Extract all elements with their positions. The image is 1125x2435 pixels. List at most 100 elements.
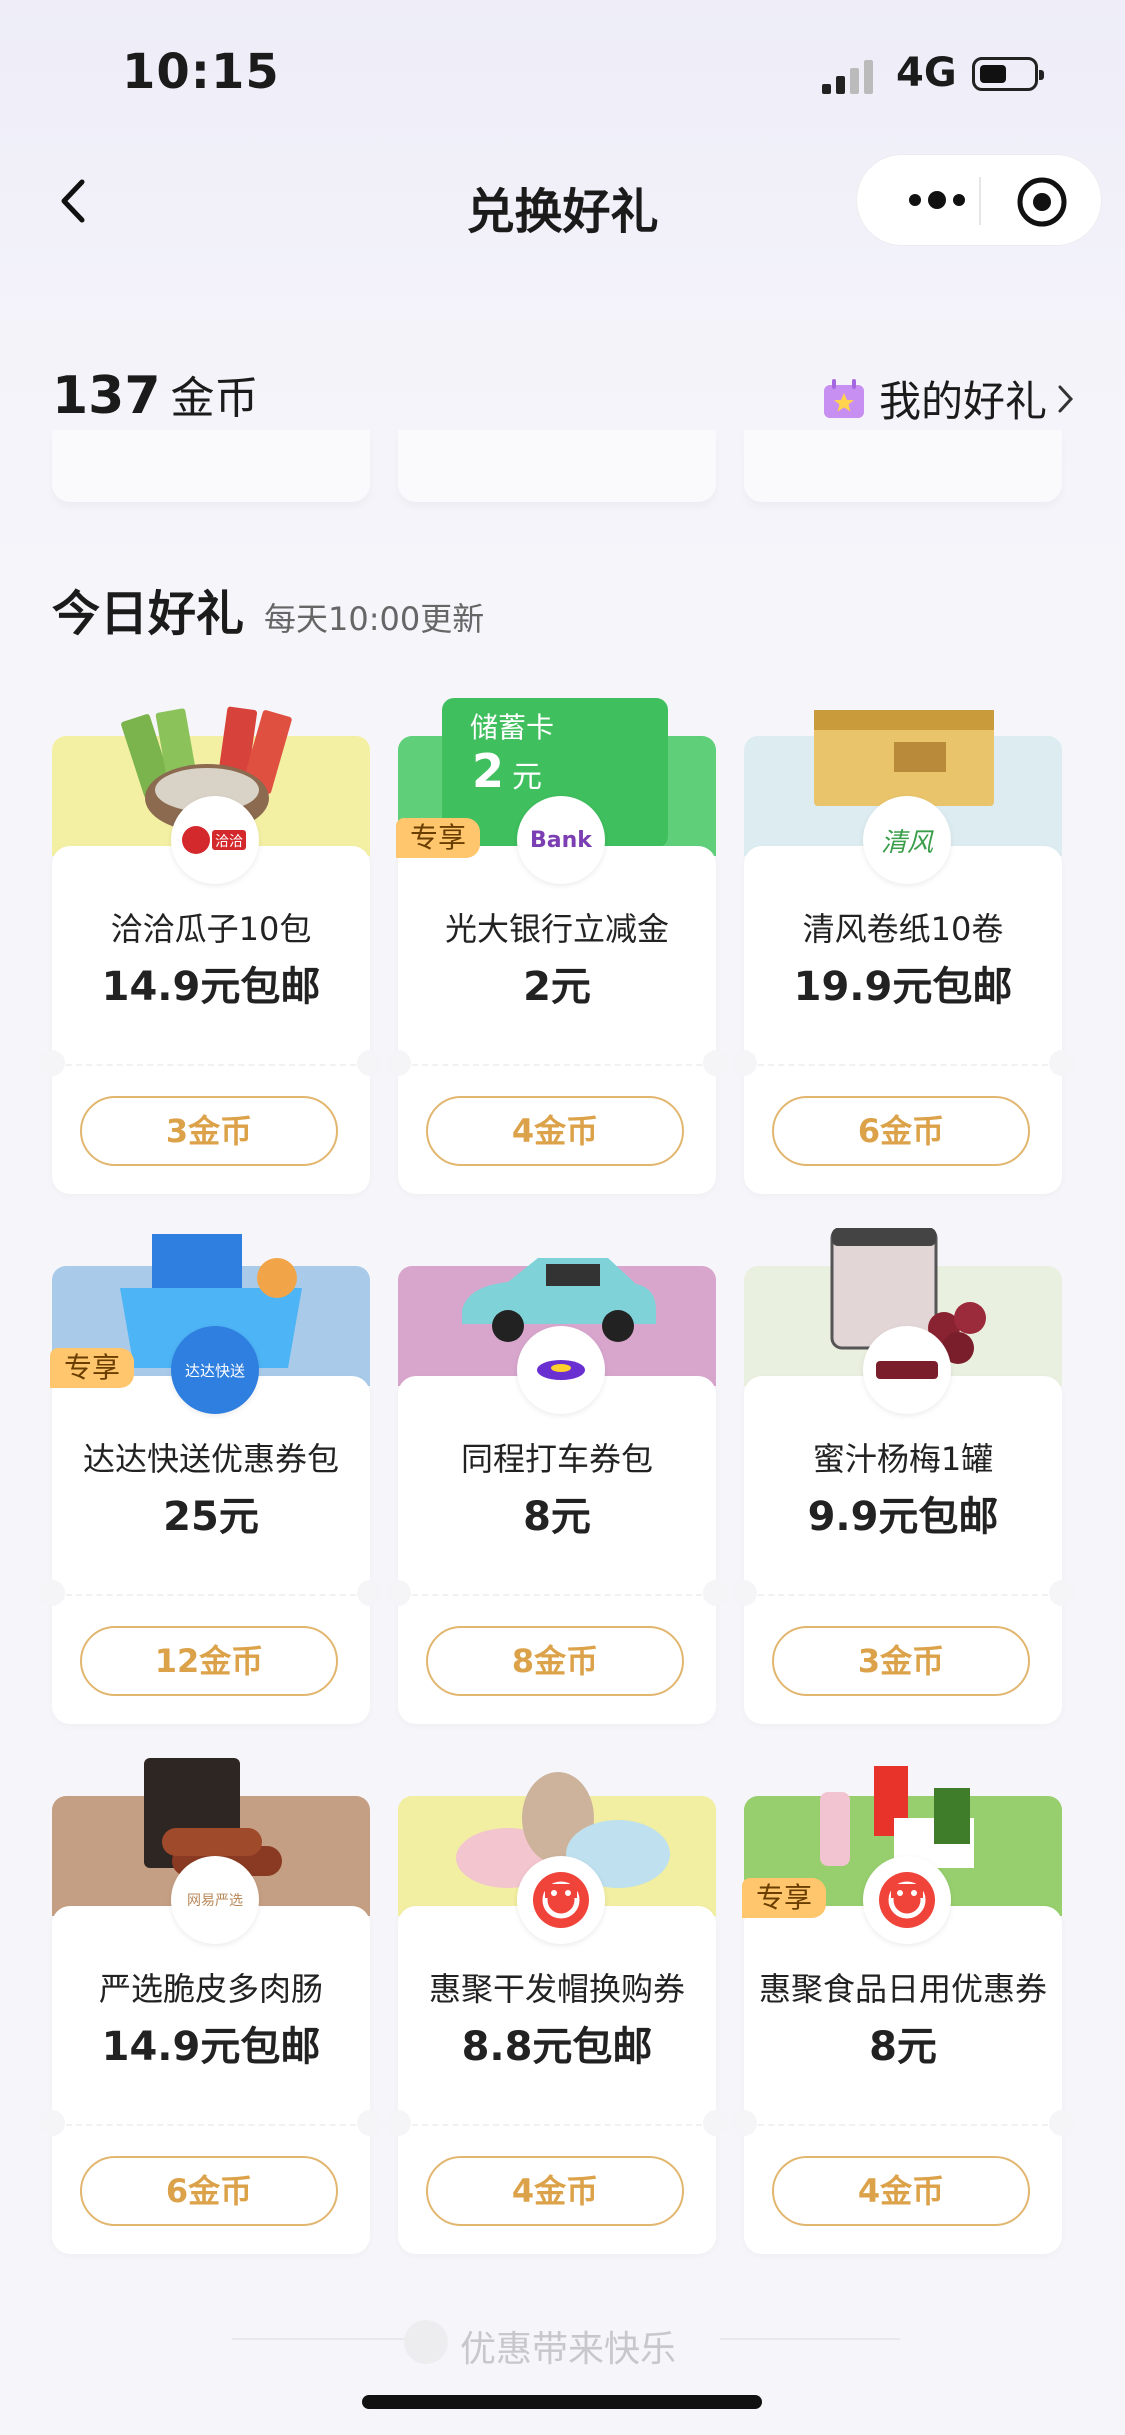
- brand-logo: 网易严选: [171, 1856, 259, 1944]
- my-gifts-link[interactable]: 我的好礼: [823, 368, 1077, 429]
- gift-price: 25元: [163, 1494, 259, 1540]
- smile-icon: [404, 2320, 448, 2364]
- bank-logo-text: Bank: [530, 827, 592, 853]
- exclusive-badge: 专享: [742, 1878, 826, 1918]
- close-miniprogram-icon[interactable]: [1015, 175, 1069, 229]
- card-divider: [66, 1064, 356, 1066]
- gift-card-body: 蜜汁杨梅1罐 9.9元包邮 3金币: [731, 1376, 1075, 1724]
- gift-price: 9.9元包邮: [807, 1494, 999, 1540]
- brand-logo: [863, 1326, 951, 1414]
- gift-card[interactable]: 严选脆皮多肉肠 14.9元包邮 6金币 网易严选: [39, 1758, 383, 2254]
- footer-slogan: 优惠带来快乐: [0, 2310, 1125, 2370]
- gift-name: 惠聚食品日用优惠券: [758, 1970, 1047, 2008]
- scroll-card-strip-3: [744, 430, 1062, 502]
- dada-logo-text: 达达快送: [184, 1361, 245, 1380]
- coin-balance-unit: 金币: [170, 373, 259, 424]
- exclusive-badge: 专享: [50, 1348, 134, 1388]
- card-divider: [412, 1594, 702, 1596]
- huiju-logo-icon: [533, 1872, 589, 1928]
- nav-bar: 兑换好礼: [0, 150, 1125, 254]
- brand-logo: [517, 1326, 605, 1414]
- yanxuan-logo-text: 网易严选: [187, 1893, 243, 1909]
- card-divider: [758, 1064, 1048, 1066]
- section-header: 今日好礼 每天10:00更新: [52, 574, 484, 644]
- brand-logo: 达达快送: [171, 1326, 259, 1414]
- gift-price: 8元: [869, 2024, 937, 2070]
- my-gifts-label: 我的好礼: [878, 377, 1047, 426]
- qingfeng-logo-text: 清风: [880, 827, 933, 858]
- card-divider: [412, 1064, 702, 1066]
- section-title: 今日好礼: [52, 586, 245, 642]
- gift-card-body: 惠聚食品日用优惠券 8元 4金币: [731, 1906, 1075, 2254]
- gift-name: 同程打车券包: [460, 1440, 653, 1478]
- gift-name: 光大银行立减金: [444, 910, 669, 948]
- gift-name: 严选脆皮多肉肠: [98, 1970, 323, 2008]
- battery-icon: [972, 57, 1044, 91]
- qiaqia-logo-icon: 洽洽: [182, 826, 246, 854]
- gift-name: 洽洽瓜子10包: [110, 910, 312, 948]
- gift-price: 8.8元包邮: [461, 2024, 653, 2070]
- scroll-card-strip-2: [398, 430, 716, 502]
- gift-card[interactable]: 洽洽瓜子10包 14.9元包邮 3金币 洽洽: [39, 698, 383, 1194]
- gift-name: 惠聚干发帽换购券: [428, 1970, 685, 2008]
- brand-logo: 清风: [863, 796, 951, 884]
- brand-logo: 洽洽: [171, 796, 259, 884]
- gift-card-body: 同程打车券包 8元 8金币: [385, 1376, 729, 1724]
- gift-card[interactable]: 同程打车券包 8元 8金币: [385, 1228, 729, 1724]
- redeem-button[interactable]: 8金币: [426, 1626, 684, 1696]
- gift-card-body: 惠聚干发帽换购券 8.8元包邮 4金币: [385, 1906, 729, 2254]
- redeem-button[interactable]: 6金币: [80, 2156, 338, 2226]
- miniprogram-capsule: [856, 154, 1102, 246]
- gift-card-body: 达达快送优惠券包 25元 12金币: [39, 1376, 383, 1724]
- section-subtitle: 每天10:00更新: [264, 600, 485, 638]
- gift-name: 达达快送优惠券包: [82, 1440, 339, 1478]
- clock: 10:15: [122, 44, 280, 100]
- network-label: 4G: [896, 50, 957, 96]
- gift-name: 蜜汁杨梅1罐: [812, 1440, 994, 1478]
- gift-price: 8元: [523, 1494, 591, 1540]
- slogan-text: 优惠带来快乐: [460, 2329, 677, 2370]
- signal-icon: [822, 60, 873, 94]
- brand-logo: [517, 1856, 605, 1944]
- redeem-button[interactable]: 3金币: [80, 1096, 338, 1166]
- gift-calendar-icon: [823, 378, 864, 418]
- redeem-button[interactable]: 6金币: [772, 1096, 1030, 1166]
- redeem-button[interactable]: 12金币: [80, 1626, 338, 1696]
- bank-card-amount: 2元: [472, 744, 543, 798]
- card-divider: [66, 1594, 356, 1596]
- brand-logo: [863, 1856, 951, 1944]
- gift-card-body: 严选脆皮多肉肠 14.9元包邮 6金币: [39, 1906, 383, 2254]
- redeem-button[interactable]: 4金币: [426, 2156, 684, 2226]
- huiju-logo-icon: [879, 1872, 935, 1928]
- gift-card[interactable]: 惠聚干发帽换购券 8.8元包邮 4金币: [385, 1758, 729, 2254]
- coin-balance-value: 137: [52, 366, 161, 426]
- gift-card[interactable]: 达达快送优惠券包 25元 12金币 达达快送 专享: [39, 1228, 383, 1724]
- redeem-button[interactable]: 3金币: [772, 1626, 1030, 1696]
- bank-card-label: 储蓄卡: [470, 711, 555, 744]
- redeem-button[interactable]: 4金币: [772, 2156, 1030, 2226]
- svg-text:洽洽: 洽洽: [215, 834, 243, 850]
- exclusive-badge: 专享: [396, 818, 480, 858]
- gift-card[interactable]: 惠聚食品日用优惠券 8元 4金币 专享: [731, 1758, 1075, 2254]
- gift-card-body: 清风卷纸10卷 19.9元包邮 6金币: [731, 846, 1075, 1194]
- chevron-right-icon: [1058, 385, 1074, 412]
- gift-card[interactable]: 储蓄卡 2元 光大银行立减金 2元 4金币 Bank 专享: [385, 698, 729, 1194]
- redeem-button[interactable]: 4金币: [426, 1096, 684, 1166]
- gift-price: 14.9元包邮: [101, 2024, 321, 2070]
- gift-name: 清风卷纸10卷: [802, 910, 1004, 948]
- brand-seal-icon: [876, 1361, 938, 1379]
- brand-logo: Bank: [517, 796, 605, 884]
- card-divider: [758, 2124, 1048, 2126]
- gift-card[interactable]: 蜜汁杨梅1罐 9.9元包邮 3金币: [731, 1228, 1075, 1724]
- card-divider: [412, 2124, 702, 2126]
- home-indicator: [362, 2395, 762, 2409]
- status-bar: 10:15 4G: [0, 0, 1125, 150]
- gift-card[interactable]: 清风卷纸10卷 19.9元包邮 6金币 清风: [731, 698, 1075, 1194]
- capsule-divider: [979, 177, 981, 225]
- tongcheng-logo-icon: [537, 1360, 585, 1380]
- scroll-card-strip-1: [52, 430, 370, 502]
- gift-card-body: 洽洽瓜子10包 14.9元包邮 3金币: [39, 846, 383, 1194]
- gift-price: 2元: [523, 964, 591, 1010]
- gift-card-body: 光大银行立减金 2元 4金币: [385, 846, 729, 1194]
- card-divider: [758, 1594, 1048, 1596]
